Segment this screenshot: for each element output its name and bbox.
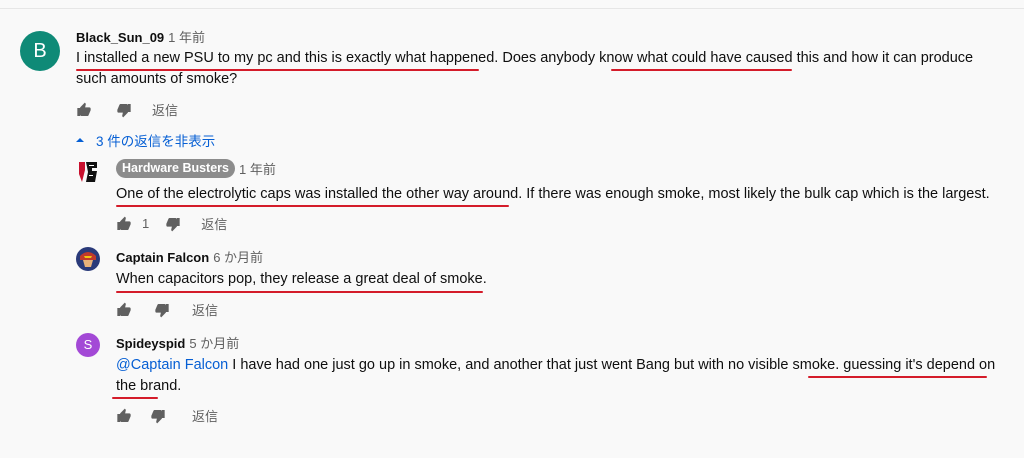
top-divider <box>0 0 1024 9</box>
thumbs-down-icon <box>166 217 180 231</box>
reply-button[interactable]: 返信 <box>192 300 218 319</box>
thumbs-down-icon <box>155 303 169 317</box>
comment-author[interactable]: Black_Sun_09 <box>76 30 164 45</box>
avatar[interactable]: B <box>20 31 60 71</box>
avatar-letter: B <box>33 40 47 62</box>
highlight-underline <box>808 376 987 378</box>
comment-time[interactable]: 5 か月前 <box>189 336 239 351</box>
comment-header: Spideyspid 5 か月前 <box>116 333 239 353</box>
comment-actions: 返信 <box>76 100 178 119</box>
dislike-button[interactable] <box>116 102 132 118</box>
comment-author[interactable]: Captain Falcon <box>116 250 209 265</box>
dislike-button[interactable] <box>165 216 181 232</box>
comment-actions: 返信 <box>116 300 218 319</box>
comment-time[interactable]: 1 年前 <box>239 159 276 178</box>
like-button[interactable] <box>76 102 92 118</box>
avatar[interactable] <box>76 160 100 184</box>
comment-time[interactable]: 6 か月前 <box>213 250 263 265</box>
like-button[interactable] <box>116 302 132 318</box>
mention-link[interactable]: @Captain Falcon <box>116 357 228 373</box>
comment-actions: 返信 <box>116 406 218 425</box>
dislike-button[interactable] <box>150 408 166 424</box>
comment-header: Black_Sun_09 1 年前 <box>76 27 205 47</box>
highlight-underline <box>116 291 483 293</box>
highlight-underline <box>611 69 792 71</box>
comment-text: One of the electrolytic caps was install… <box>116 186 990 202</box>
avatar-letter: S <box>83 337 93 352</box>
avatar-image-icon <box>76 247 100 271</box>
comment-header: Captain Falcon 6 か月前 <box>116 247 263 267</box>
highlight-underline <box>112 397 158 399</box>
like-button[interactable] <box>116 216 132 232</box>
thumbs-down-icon <box>151 409 165 423</box>
thumbs-down-icon <box>117 103 131 117</box>
comment-header: Hardware Busters 1 年前 <box>116 159 276 178</box>
dislike-button[interactable] <box>154 302 170 318</box>
reply-button[interactable]: 返信 <box>192 406 218 425</box>
comment-time[interactable]: 1 年前 <box>168 30 205 45</box>
creator-badge[interactable]: Hardware Busters <box>116 159 235 178</box>
thumbs-up-icon <box>117 216 131 230</box>
comment-author[interactable]: Spideyspid <box>116 336 185 351</box>
avatar[interactable] <box>76 247 100 271</box>
toggle-label: 3 件の返信を非表示 <box>96 134 216 149</box>
channel-logo-icon <box>79 162 97 182</box>
highlight-underline <box>116 205 509 207</box>
comment-actions: 1 返信 <box>116 214 227 233</box>
reply-button[interactable]: 返信 <box>152 100 178 119</box>
like-button[interactable] <box>116 408 132 424</box>
like-count: 1 <box>142 216 150 231</box>
thumbs-up-icon <box>77 102 91 116</box>
reply-button[interactable]: 返信 <box>201 214 227 233</box>
chevron-up-icon <box>76 138 84 142</box>
comment-text: When capacitors pop, they release a grea… <box>116 271 487 287</box>
thumbs-up-icon <box>117 408 131 422</box>
highlight-underline <box>76 69 479 71</box>
thumbs-up-icon <box>117 302 131 316</box>
avatar[interactable]: S <box>76 333 100 357</box>
hide-replies-toggle[interactable]: 3 件の返信を非表示 <box>74 130 215 150</box>
